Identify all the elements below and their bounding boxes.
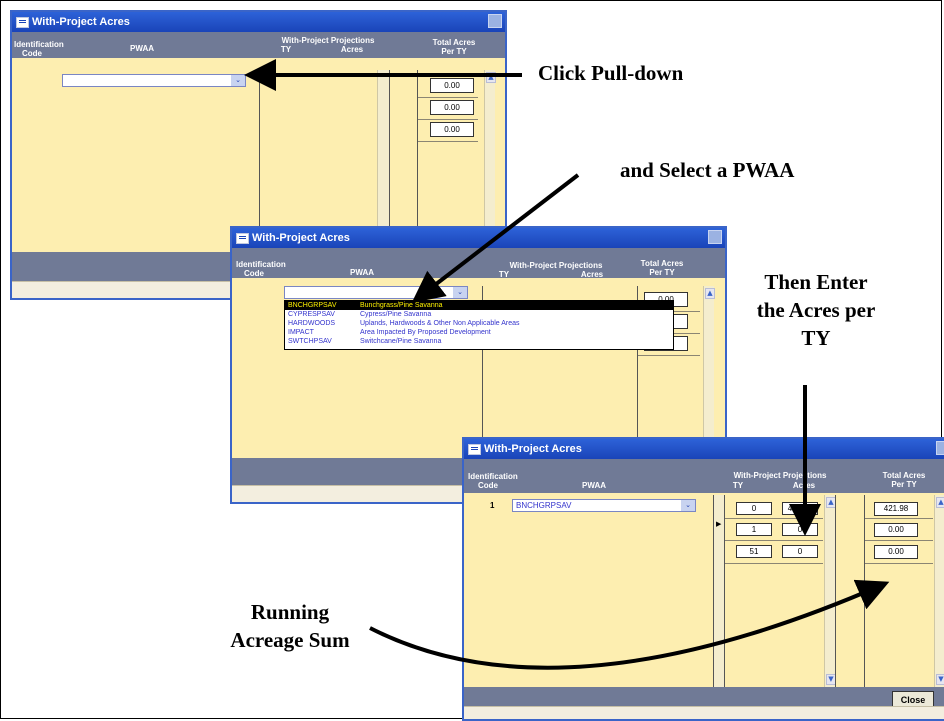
- col-total-acres: Total Acres Per TY: [432, 38, 476, 56]
- pwaa-dropdown[interactable]: BNCHGRPSAV ⌄: [512, 499, 696, 512]
- pwaa-dropdown-list: BNCHGRPSAV Bunchgrass/Pine Savanna CYPRE…: [284, 300, 674, 350]
- col-pwaa: PWAA: [130, 44, 154, 53]
- option-name: Cypress/Pine Savanna: [360, 311, 432, 318]
- pwaa-dropdown[interactable]: ⌄: [284, 286, 468, 299]
- acres-field[interactable]: 421.98: [782, 502, 818, 515]
- chevron-down-icon[interactable]: ⌄: [231, 75, 245, 86]
- col-ty: TY: [498, 270, 510, 279]
- window-title: With-Project Acres: [484, 443, 582, 455]
- option-name: Uplands, Hardwoods & Other Non Applicabl…: [360, 320, 520, 327]
- window-footer: [464, 706, 944, 719]
- row-divider: [418, 119, 478, 120]
- total-acres-field[interactable]: 0.00: [430, 100, 474, 115]
- totals-scrollbar[interactable]: ▲ ▼: [934, 495, 944, 687]
- row-divider: [418, 141, 478, 142]
- row-divider: [725, 518, 823, 519]
- divider: [259, 70, 260, 252]
- option-code: CYPRESPSAV: [288, 311, 335, 318]
- row-divider: [638, 355, 700, 356]
- ty-field[interactable]: 51: [736, 545, 772, 558]
- col-acres: Acres: [792, 481, 816, 490]
- scroll-up-icon[interactable]: ▲: [936, 497, 944, 508]
- col-identification-code: Identification Code: [236, 260, 286, 278]
- totals-scrollbar[interactable]: ▲: [484, 70, 496, 252]
- total-acres-field[interactable]: 0.00: [430, 122, 474, 137]
- row-divider: [865, 563, 933, 564]
- window-titlebar: With-Project Acres: [12, 12, 505, 32]
- close-icon[interactable]: [936, 441, 944, 455]
- col-with-project-projections: With-Project Projections: [733, 471, 827, 480]
- option-name: Switchcane/Pine Savanna: [360, 338, 442, 345]
- col-ty: TY: [732, 481, 744, 490]
- dropdown-option[interactable]: IMPACT Area Impacted By Proposed Develop…: [285, 328, 673, 337]
- dropdown-option[interactable]: BNCHGRPSAV Bunchgrass/Pine Savanna: [285, 301, 673, 310]
- dropdown-option[interactable]: SWTCHPSAV Switchcane/Pine Savanna: [285, 337, 673, 346]
- projections-scrollbar[interactable]: ▲ ▼: [824, 495, 836, 687]
- col-identification-code: Identification Code: [468, 472, 518, 490]
- option-code: SWTCHPSAV: [288, 338, 332, 345]
- chevron-down-icon[interactable]: ⌄: [681, 500, 695, 511]
- row-number: 1: [490, 501, 495, 510]
- close-icon[interactable]: [488, 14, 502, 28]
- option-code: IMPACT: [288, 329, 314, 336]
- scroll-down-icon[interactable]: ▼: [936, 674, 944, 685]
- option-name: Area Impacted By Proposed Development: [360, 329, 491, 336]
- col-ty: TY: [280, 45, 292, 54]
- window-title: With-Project Acres: [252, 232, 350, 244]
- col-total-acres: Total Acres Per TY: [640, 259, 684, 277]
- total-acres-field[interactable]: 0.00: [430, 78, 474, 93]
- projections-scrollbar[interactable]: [377, 70, 389, 252]
- with-project-acres-window-3: With-Project Acres Identification Code P…: [462, 437, 944, 721]
- divider: [864, 495, 865, 687]
- col-total-acres: Total Acres Per TY: [882, 471, 926, 489]
- col-identification-code: Identification Code: [14, 40, 64, 58]
- divider: [724, 495, 725, 687]
- row-divider: [725, 563, 823, 564]
- col-acres: Acres: [340, 45, 364, 54]
- col-with-project-projections: With-Project Projections: [281, 36, 375, 45]
- dropdown-option[interactable]: CYPRESPSAV Cypress/Pine Savanna: [285, 310, 673, 319]
- total-acres-field[interactable]: 0.00: [874, 523, 918, 537]
- col-pwaa: PWAA: [582, 481, 606, 490]
- ty-field[interactable]: 1: [736, 523, 772, 536]
- row-divider: [865, 518, 933, 519]
- window-titlebar: With-Project Acres: [232, 228, 725, 248]
- form-icon: [468, 444, 481, 455]
- option-code: BNCHGRPSAV: [288, 302, 337, 309]
- col-pwaa: PWAA: [350, 268, 374, 277]
- header-bar: [464, 459, 944, 493]
- col-with-project-projections: With-Project Projections: [509, 261, 603, 270]
- option-code: HARDWOODS: [288, 320, 336, 327]
- close-button[interactable]: Close: [892, 691, 934, 707]
- current-row-pointer: ▶: [716, 520, 722, 528]
- close-icon[interactable]: [708, 230, 722, 244]
- divider: [835, 495, 836, 687]
- option-name: Bunchgrass/Pine Savanna: [360, 302, 443, 309]
- col-acres: Acres: [580, 270, 604, 279]
- totals-scrollbar[interactable]: ▲: [703, 286, 715, 458]
- scroll-up-icon[interactable]: ▲: [705, 288, 715, 299]
- annotation-select-pwaa: and Select a PWAA: [620, 158, 795, 182]
- window-title: With-Project Acres: [32, 16, 130, 28]
- row-divider: [865, 540, 933, 541]
- divider: [389, 70, 390, 252]
- scroll-up-icon[interactable]: ▲: [486, 72, 496, 83]
- form-icon: [16, 17, 29, 28]
- annotation-click-pulldown: Click Pull-down: [538, 61, 684, 85]
- row-divider: [725, 540, 823, 541]
- total-acres-field[interactable]: 0.00: [874, 545, 918, 559]
- annotation-running-sum: Running Acreage Sum: [230, 600, 350, 652]
- pwaa-value: BNCHGRPSAV: [516, 501, 572, 510]
- form-icon: [236, 233, 249, 244]
- chevron-down-icon[interactable]: ⌄: [453, 287, 467, 298]
- acres-field[interactable]: 0: [782, 545, 818, 558]
- window-titlebar: With-Project Acres: [464, 439, 944, 459]
- acres-field[interactable]: 0: [782, 523, 818, 536]
- total-acres-field[interactable]: 421.98: [874, 502, 918, 516]
- dropdown-option[interactable]: HARDWOODS Uplands, Hardwoods & Other Non…: [285, 319, 673, 328]
- pwaa-dropdown[interactable]: ⌄: [62, 74, 246, 87]
- annotation-enter-acres: Then Enter the Acres per TY: [756, 270, 876, 350]
- ty-field[interactable]: 0: [736, 502, 772, 515]
- row-divider: [418, 97, 478, 98]
